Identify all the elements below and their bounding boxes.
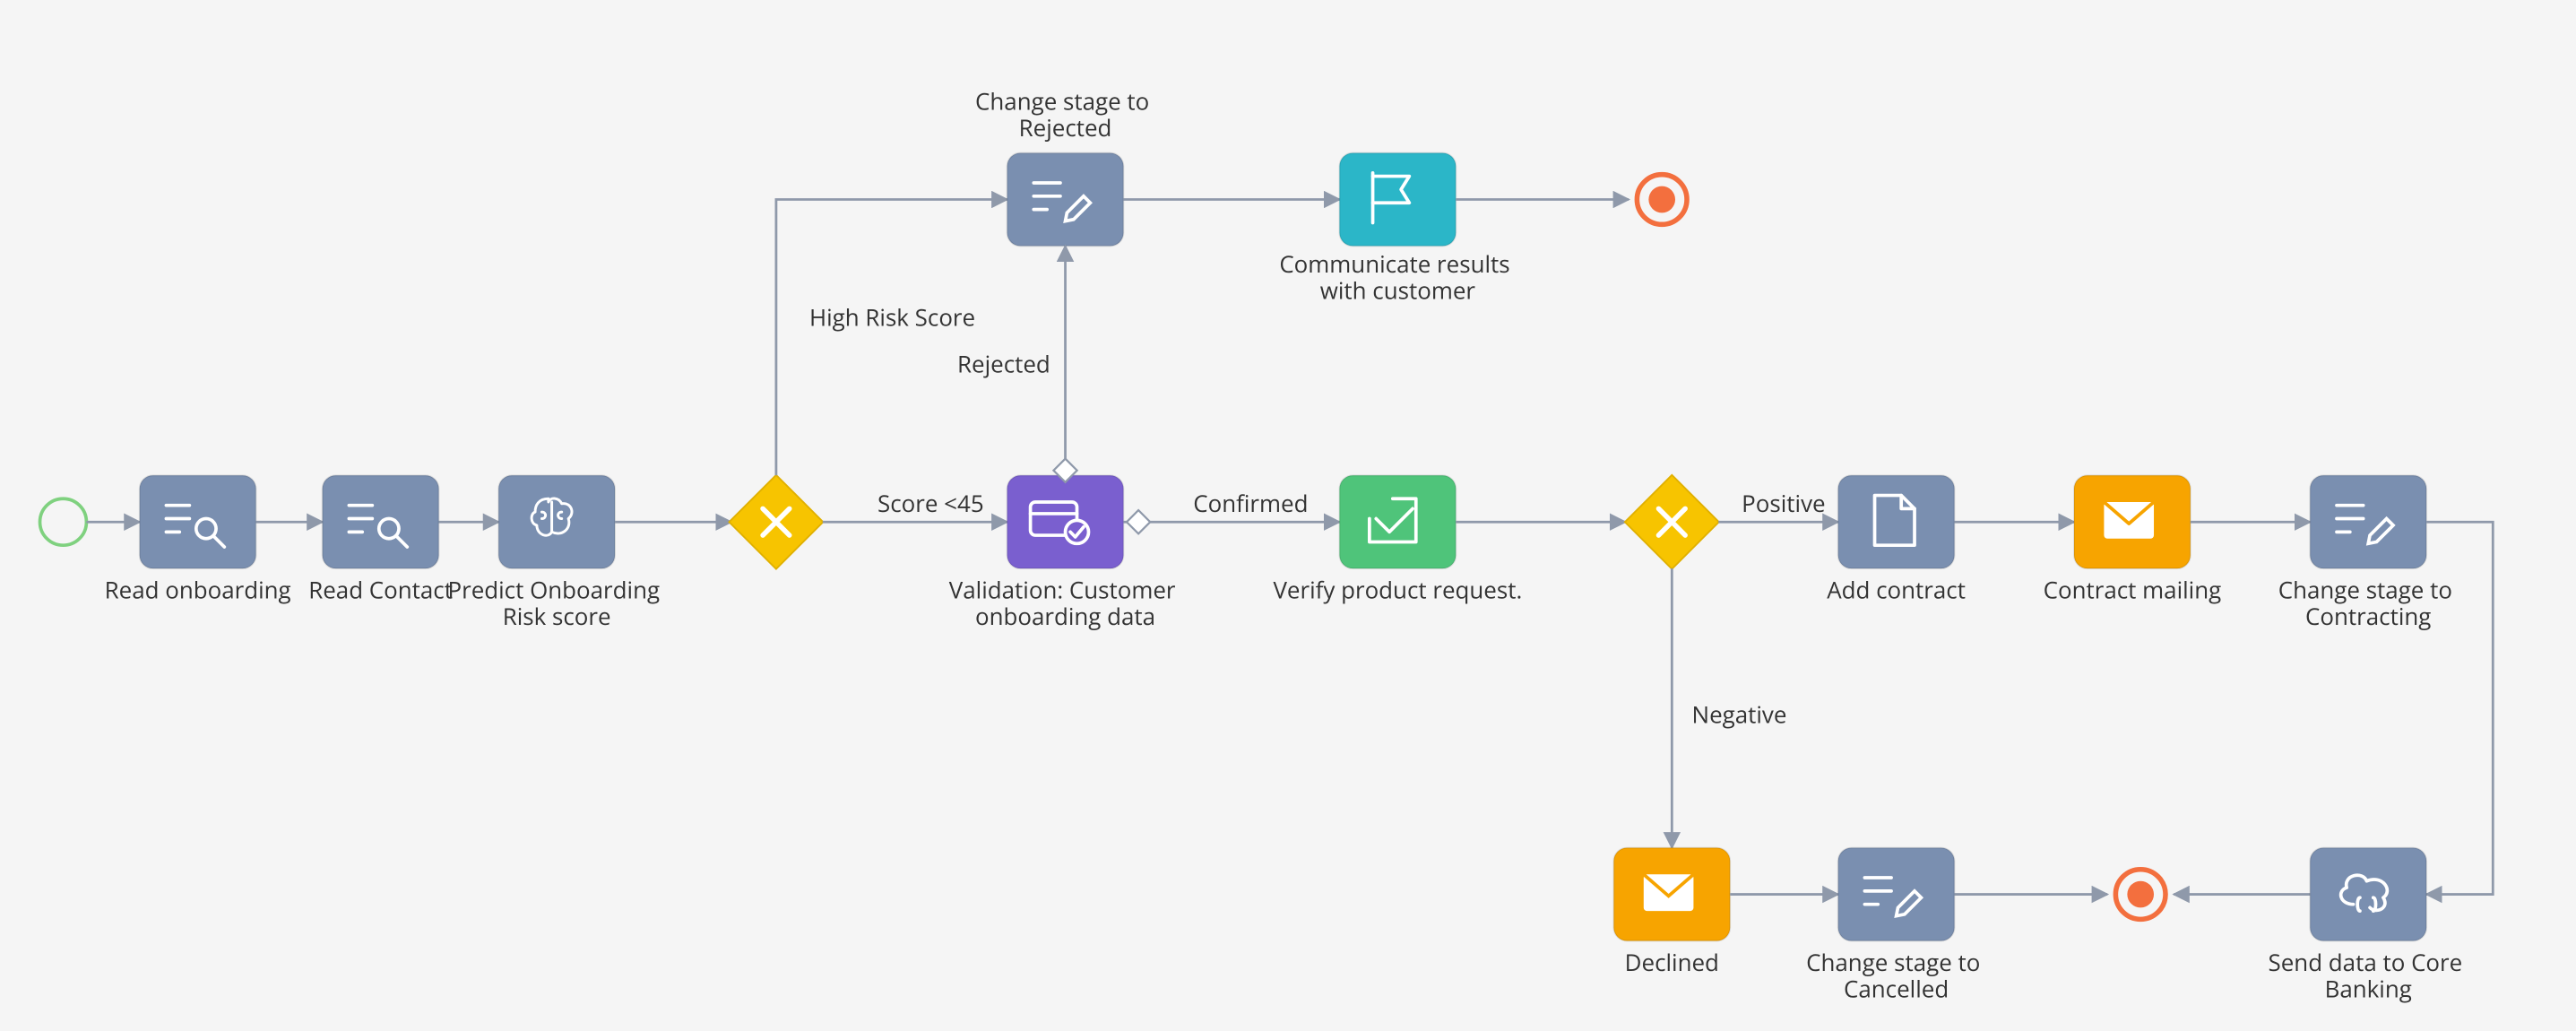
task-add-contract-label: Add contract — [1827, 574, 1966, 606]
svg-text:Read onboarding: Read onboarding — [105, 574, 291, 606]
task-communicate-results[interactable]: Communicate results with customer Commun… — [0, 0, 1516, 307]
svg-text:Change stage to Contract: Change stage to Contracting — [2278, 574, 2459, 633]
edge-high-risk-label: High Risk Score — [809, 300, 975, 333]
edge-rejected-label: Rejected — [957, 347, 1050, 379]
svg-text:Predict Onboarding Risk: Predict Onboarding Risk score — [447, 574, 665, 633]
edge-positive-label: Positive — [1742, 487, 1825, 519]
task-contract-mailing-label: Contract mailing — [2044, 574, 2222, 606]
task-read-contact[interactable]: Read Contact — [308, 475, 453, 605]
gateway-risk-score[interactable] — [729, 475, 823, 569]
svg-text:Add contract: Add contract — [1827, 574, 1966, 606]
task-declined-label: Declined — [1625, 946, 1719, 978]
terminate-end-event-bottom[interactable] — [2115, 870, 2165, 920]
task-read-onboarding-label: Read onboarding — [105, 574, 291, 606]
task-verify-product-label: Verify product request. — [1273, 574, 1522, 606]
svg-text:Communicate results with: Communicate results with customer — [1279, 247, 1516, 307]
edge-confirmed-label: Confirmed — [1193, 487, 1308, 519]
svg-text:Change stage to Rejected: Change stage to Rejected — [975, 84, 1155, 143]
svg-text:Declined: Declined — [1625, 946, 1719, 978]
svg-text:Send data to Core Bankin: Send data to Core Banking — [2269, 946, 2468, 1005]
task-contract-mailing[interactable]: Contract mailing — [2044, 475, 2222, 605]
task-change-rejected[interactable]: Change stage to Rejected Change stage to… — [0, 0, 1155, 246]
bpmn-canvas: Read onboarding Read Contact Predict On — [0, 0, 2576, 1031]
svg-text:Change stage to Cancelle: Change stage to Cancelled — [1806, 946, 1986, 1005]
task-add-contract[interactable]: Add contract — [1827, 475, 1966, 605]
svg-text:Read Contact: Read Contact — [308, 574, 453, 606]
svg-text:Verify product request.: Verify product request. — [1273, 574, 1522, 606]
terminate-end-event-top[interactable] — [1637, 175, 1687, 225]
task-read-contact-label: Read Contact — [308, 574, 453, 606]
start-event[interactable] — [40, 498, 87, 545]
svg-text:Contract mailing: Contract mailing — [2044, 574, 2222, 606]
task-declined[interactable]: Declined — [1613, 848, 1730, 978]
task-read-onboarding[interactable]: Read onboarding — [105, 475, 291, 605]
edge-negative-label: Negative — [1692, 698, 1787, 731]
task-verify-product[interactable]: Verify product request. — [1273, 475, 1522, 605]
edge-score45-label: Score <45 — [877, 487, 984, 519]
svg-text:Validation: Customer onb: Validation: Customer onboarding data — [949, 574, 1182, 633]
gateway-verification-result[interactable] — [1625, 475, 1719, 569]
